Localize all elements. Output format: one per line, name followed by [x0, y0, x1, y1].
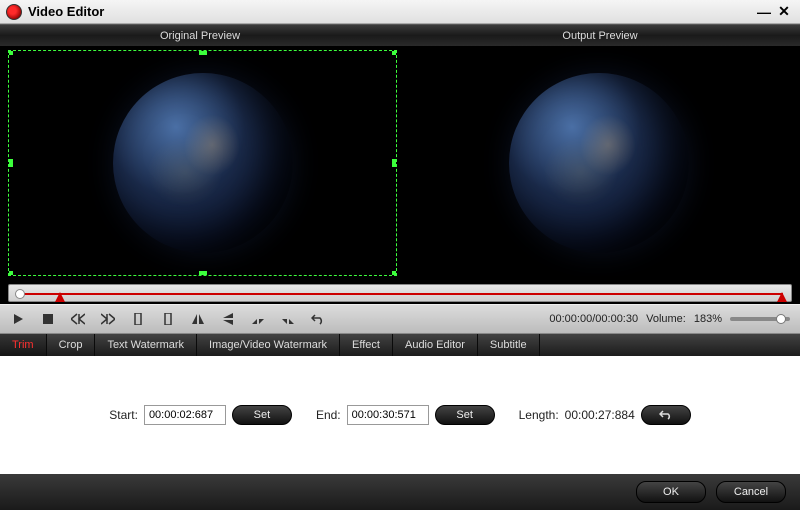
- mark-out-button[interactable]: [160, 311, 176, 327]
- close-button[interactable]: ✕: [774, 3, 794, 20]
- output-preview-pane: [405, 50, 792, 276]
- trim-in-marker[interactable]: [55, 292, 65, 302]
- prev-frame-button[interactable]: [70, 311, 86, 327]
- playback-status: 00:00:00/00:00:30 Volume: 183%: [549, 313, 790, 325]
- start-label: Start:: [109, 408, 138, 422]
- timeline[interactable]: [8, 284, 792, 302]
- volume-slider[interactable]: [730, 317, 790, 321]
- length-value: 00:00:27:884: [565, 408, 635, 422]
- trim-panel: Start: Set End: Set Length: 00:00:27:884: [0, 356, 800, 474]
- titlebar: Video Editor — ✕: [0, 0, 800, 24]
- length-field: Length: 00:00:27:884: [519, 405, 691, 425]
- end-input[interactable]: [347, 405, 429, 425]
- undo-icon: [659, 410, 673, 420]
- time-display: 00:00:00/00:00:30: [549, 313, 638, 325]
- video-frame-original: [113, 73, 293, 253]
- timeline-playhead[interactable]: [15, 289, 25, 299]
- undo-button[interactable]: [310, 311, 326, 327]
- rotate-right-button[interactable]: [280, 311, 296, 327]
- flip-vertical-button[interactable]: [220, 311, 236, 327]
- tab-effect[interactable]: Effect: [340, 334, 393, 356]
- tab-image-video-watermark[interactable]: Image/Video Watermark: [197, 334, 340, 356]
- crop-handle-tl[interactable]: [8, 50, 13, 55]
- crop-handle-tr[interactable]: [392, 50, 397, 55]
- volume-value: 183%: [694, 313, 722, 325]
- set-end-button[interactable]: Set: [435, 405, 495, 425]
- set-start-button[interactable]: Set: [232, 405, 292, 425]
- preview-area: [0, 46, 800, 280]
- reset-length-button[interactable]: [641, 405, 691, 425]
- tab-subtitle[interactable]: Subtitle: [478, 334, 540, 356]
- trim-out-marker[interactable]: [777, 292, 787, 302]
- minimize-button[interactable]: —: [754, 4, 774, 20]
- video-editor-window: Video Editor — ✕ Original Preview Output…: [0, 0, 800, 510]
- rotate-left-button[interactable]: [250, 311, 266, 327]
- volume-thumb[interactable]: [776, 314, 786, 324]
- timeline-container: [0, 280, 800, 304]
- cancel-button[interactable]: Cancel: [716, 481, 786, 503]
- original-preview-pane[interactable]: [8, 50, 397, 276]
- crop-handle-l[interactable]: [8, 159, 13, 167]
- crop-handle-t[interactable]: [199, 50, 207, 55]
- tab-text-watermark[interactable]: Text Watermark: [95, 334, 197, 356]
- crop-handle-b[interactable]: [199, 271, 207, 276]
- original-preview-label: Original Preview: [0, 25, 400, 46]
- app-icon: [6, 4, 22, 20]
- crop-handle-br[interactable]: [392, 271, 397, 276]
- timeline-track: [17, 293, 783, 295]
- crop-handle-r[interactable]: [392, 159, 397, 167]
- stop-button[interactable]: [40, 311, 56, 327]
- volume-label: Volume:: [646, 313, 686, 325]
- crop-handle-bl[interactable]: [8, 271, 13, 276]
- window-title: Video Editor: [28, 4, 754, 19]
- play-button[interactable]: [10, 311, 26, 327]
- editor-tabs: Trim Crop Text Watermark Image/Video Wat…: [0, 334, 800, 356]
- mark-in-button[interactable]: [130, 311, 146, 327]
- playback-toolbar: 00:00:00/00:00:30 Volume: 183%: [0, 304, 800, 334]
- video-frame-output: [509, 73, 689, 253]
- end-field: End: Set: [316, 405, 495, 425]
- next-frame-button[interactable]: [100, 311, 116, 327]
- tab-audio-editor[interactable]: Audio Editor: [393, 334, 478, 356]
- tab-crop[interactable]: Crop: [47, 334, 96, 356]
- tab-trim[interactable]: Trim: [0, 334, 47, 356]
- ok-button[interactable]: OK: [636, 481, 706, 503]
- end-label: End:: [316, 408, 341, 422]
- output-preview-label: Output Preview: [400, 25, 800, 46]
- dialog-footer: OK Cancel: [0, 474, 800, 510]
- start-input[interactable]: [144, 405, 226, 425]
- flip-horizontal-button[interactable]: [190, 311, 206, 327]
- start-field: Start: Set: [109, 405, 292, 425]
- preview-header: Original Preview Output Preview: [0, 24, 800, 46]
- length-label: Length:: [519, 408, 559, 422]
